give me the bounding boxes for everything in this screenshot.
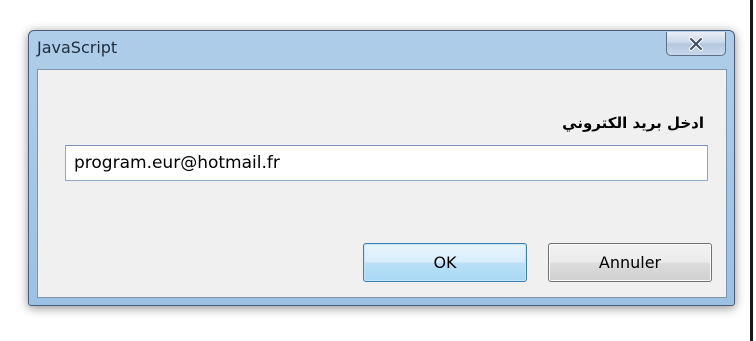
close-x-icon — [688, 36, 704, 51]
dialog-title: JavaScript — [37, 38, 118, 57]
dialog-body: ادخل بريد الكتروني OK Annuler — [37, 69, 727, 298]
ok-button[interactable]: OK — [363, 243, 527, 282]
dialog-titlebar[interactable]: JavaScript — [29, 31, 734, 69]
email-input[interactable] — [65, 145, 708, 181]
javascript-prompt-dialog: JavaScript ادخل بريد الكتروني OK Annuler — [28, 30, 735, 306]
close-button[interactable] — [666, 32, 726, 56]
prompt-label: ادخل بريد الكتروني — [562, 114, 704, 132]
cancel-button[interactable]: Annuler — [548, 243, 712, 282]
